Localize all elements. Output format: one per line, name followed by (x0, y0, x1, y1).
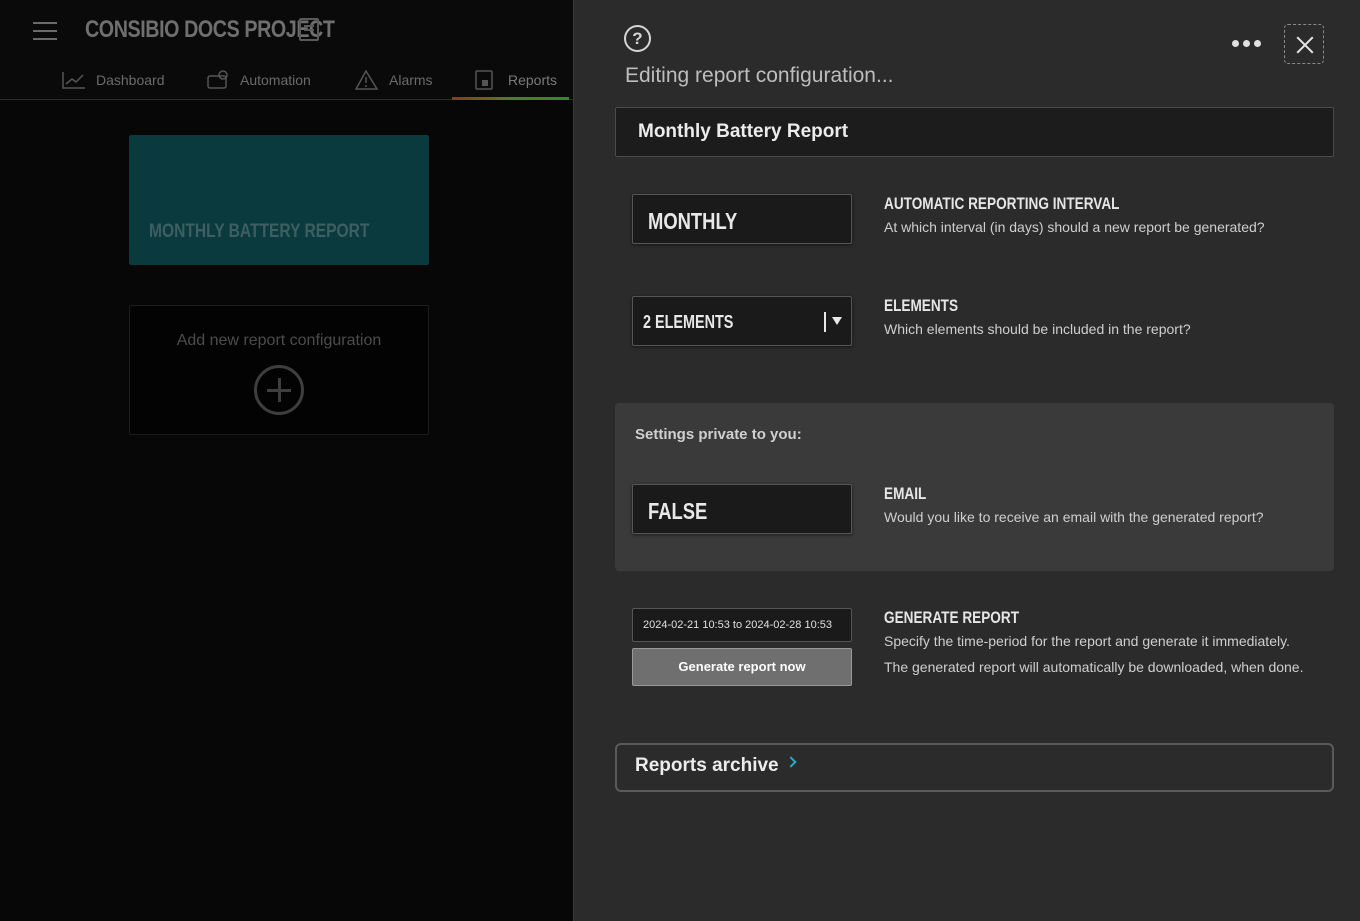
generate-title: GENERATE REPORT (884, 608, 1020, 627)
app-title: CONSIBIO DOCS PROJECT (85, 16, 335, 43)
elements-description: Which elements should be included in the… (884, 321, 1191, 337)
edit-panel: ? Editing report configuration... Monthl… (573, 0, 1360, 921)
plus-circle-icon (254, 365, 304, 415)
generate-report-button[interactable]: Generate report now (632, 648, 852, 686)
email-description: Would you like to receive an email with … (884, 509, 1264, 525)
tab-label: Dashboard (96, 72, 165, 88)
elements-select[interactable]: 2 ELEMENTS (632, 296, 852, 346)
email-value: FALSE (648, 498, 708, 524)
add-report-label: Add new report configuration (176, 332, 382, 349)
generate-description-1: Specify the time-period for the report a… (884, 633, 1290, 649)
interval-title: AUTOMATIC REPORTING INTERVAL (884, 194, 1120, 213)
elements-title: ELEMENTS (884, 296, 959, 315)
interval-value: MONTHLY (648, 208, 738, 234)
app-root: CONSIBIO DOCS PROJECT Dashboard Automati… (0, 0, 1360, 921)
warning-icon (354, 69, 379, 90)
tab-automation[interactable]: Automation (206, 60, 311, 100)
tab-dashboard[interactable]: Dashboard (62, 60, 165, 100)
document-icon[interactable] (299, 18, 319, 41)
more-options-icon[interactable] (1232, 40, 1261, 47)
panel-heading: Editing report configuration... (625, 64, 894, 87)
tab-alarms[interactable]: Alarms (354, 60, 433, 100)
close-button[interactable] (1284, 24, 1324, 64)
background-app: CONSIBIO DOCS PROJECT Dashboard Automati… (0, 0, 573, 921)
private-settings-section: Settings private to you: FALSE EMAIL Wou… (615, 403, 1334, 571)
tab-label: Reports (508, 72, 558, 88)
chevron-down-icon (832, 317, 842, 325)
reports-archive-toggle[interactable]: Reports archive (615, 743, 1334, 792)
select-separator (824, 312, 826, 332)
hamburger-menu-icon[interactable] (33, 22, 57, 42)
tab-reports[interactable]: Reports (474, 60, 557, 100)
automation-icon (206, 70, 230, 90)
report-icon (474, 70, 498, 90)
interval-description: At which interval (in days) should a new… (884, 219, 1265, 235)
chevron-right-icon (785, 756, 797, 768)
generate-description-2: The generated report will automatically … (884, 659, 1304, 675)
email-title: EMAIL (884, 484, 927, 503)
report-card[interactable]: MONTHLY BATTERY REPORT (129, 135, 429, 265)
top-bar: CONSIBIO DOCS PROJECT Dashboard Automati… (0, 0, 573, 100)
report-card-title: MONTHLY BATTERY REPORT (149, 221, 370, 242)
tab-label: Automation (240, 72, 311, 88)
main-nav: Dashboard Automation Alarms Reports (0, 60, 573, 100)
tab-label: Alarms (389, 72, 433, 88)
email-input[interactable]: FALSE (632, 484, 852, 534)
add-report-card[interactable]: Add new report configuration (129, 305, 429, 435)
private-settings-label: Settings private to you: (635, 426, 802, 443)
help-icon[interactable]: ? (624, 25, 651, 52)
date-range-input[interactable]: 2024-02-21 10:53 to 2024-02-28 10:53 (632, 608, 852, 642)
reports-archive-label: Reports archive (635, 755, 779, 776)
active-tab-indicator (452, 97, 569, 100)
elements-value: 2 ELEMENTS (643, 312, 734, 332)
interval-input[interactable]: MONTHLY (632, 194, 852, 244)
report-name-field[interactable]: Monthly Battery Report (615, 107, 1334, 157)
chart-line-icon (62, 70, 86, 90)
